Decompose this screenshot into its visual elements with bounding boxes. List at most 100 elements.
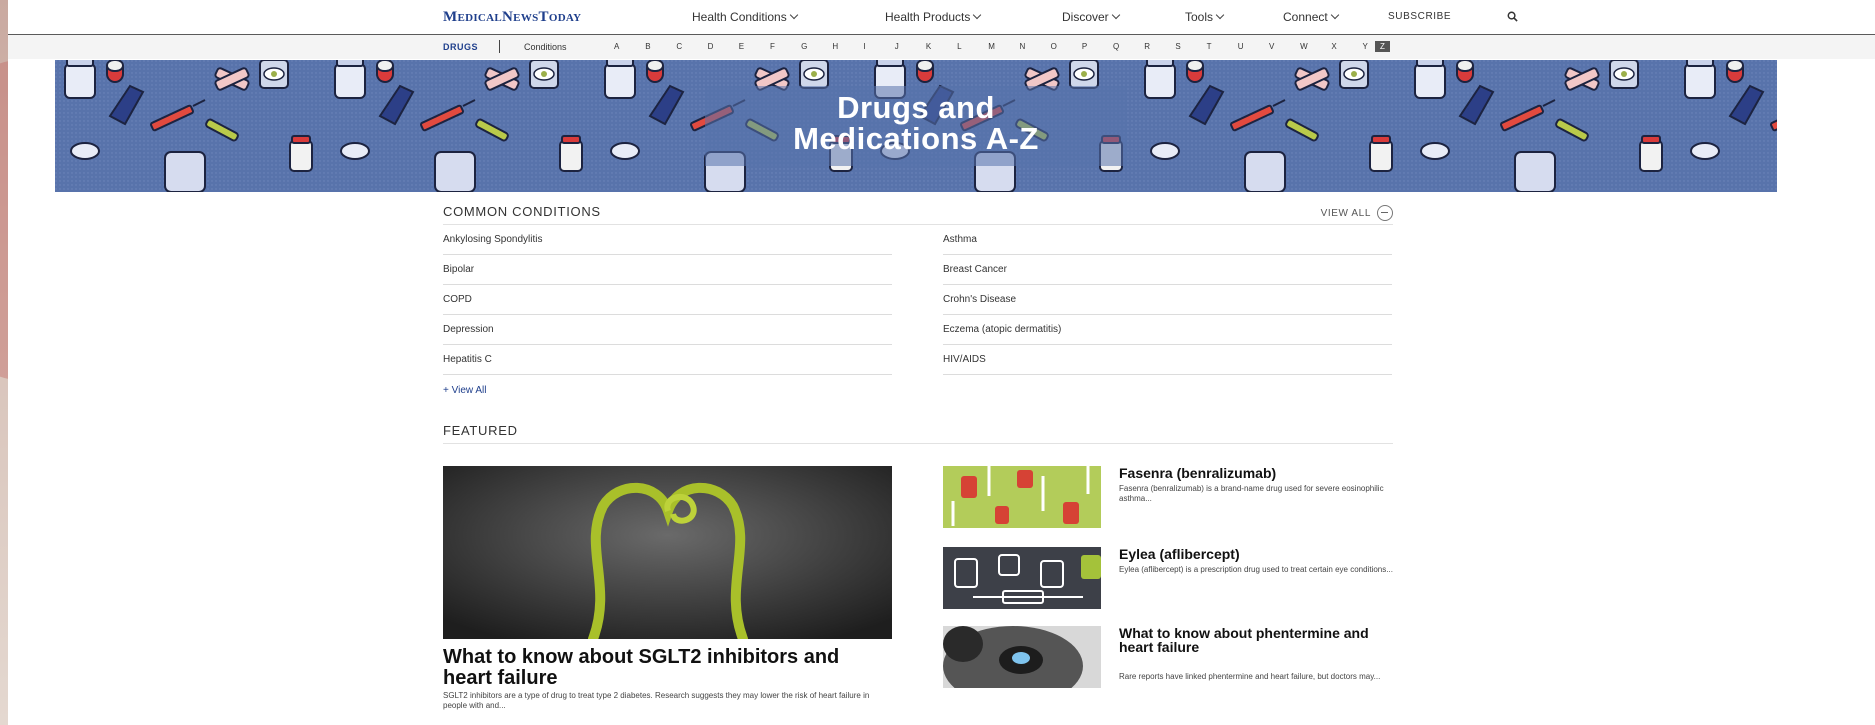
alphabet-letter-link[interactable]: M (988, 42, 1019, 51)
alphabet-letter-link[interactable]: G (801, 42, 832, 51)
hero-banner: Drugs and Medications A-Z (55, 60, 1777, 192)
alphabet-letter-link[interactable]: S (1175, 42, 1206, 51)
nav-label: Tools (1185, 10, 1214, 24)
alphabet-letter-link[interactable]: B (645, 42, 676, 51)
hero-title: Drugs and Medications A-Z (55, 92, 1777, 154)
condition-label: Crohn's Disease (943, 294, 1017, 305)
condition-label: Bipolar (443, 264, 475, 275)
featured-side-description: Rare reports have linked phentermine and… (1119, 672, 1381, 681)
featured-main-title[interactable]: What to know about SGLT2 inhibitors and … (443, 647, 892, 689)
alphabet-letter-link[interactable]: N (1019, 42, 1050, 51)
alphabet-letter-link[interactable]: Q (1113, 42, 1144, 51)
search-icon[interactable] (1507, 11, 1518, 22)
alphabet-index: ABCDEFGHIJKLMNOPQRSTUVWXY (614, 42, 1394, 51)
subscribe-link[interactable]: SUBSCRIBE (1388, 11, 1451, 22)
condition-item[interactable]: HIV/AIDS (943, 344, 1392, 375)
condition-label: COPD (443, 294, 472, 305)
alphabet-letter-link[interactable]: L (957, 42, 988, 51)
condition-label: Hepatitis C (443, 354, 492, 365)
condition-item[interactable]: Asthma (943, 224, 1392, 255)
featured-side-description: Fasenra (benralizumab) is a brand-name d… (1119, 484, 1384, 503)
featured-side-title: Fasenra (benralizumab) (1119, 465, 1277, 481)
chevron-down-icon (1330, 10, 1339, 20)
alphabet-letter-link[interactable]: J (895, 42, 926, 51)
condition-item[interactable]: Bipolar (443, 254, 892, 285)
condition-item[interactable]: Hepatitis C (443, 344, 892, 375)
alphabet-next-button[interactable]: Z (1375, 41, 1390, 52)
condition-label: HIV/AIDS (943, 354, 986, 365)
chevron-down-icon (1111, 10, 1120, 20)
featured-side-image (943, 626, 1101, 688)
featured-main-image[interactable] (443, 466, 892, 639)
subnav-divider (499, 40, 500, 53)
common-conditions-header: COMMON CONDITIONS VIEW ALL (443, 192, 1393, 225)
alphabet-letter-link[interactable]: T (1207, 42, 1238, 51)
condition-item[interactable]: Ankylosing Spondylitis (443, 224, 892, 255)
alphabet-letter-link[interactable]: D (708, 42, 739, 51)
nav-label: Health Products (885, 10, 971, 24)
featured-side-description: Eylea (aflibercept) is a prescription dr… (1119, 565, 1393, 574)
alphabet-letter-link[interactable]: W (1300, 42, 1331, 51)
condition-label: Depression (443, 324, 494, 335)
view-all-label: VIEW ALL (1320, 207, 1371, 219)
alphabet-letter-link[interactable]: U (1238, 42, 1269, 51)
condition-label: Asthma (943, 234, 977, 245)
condition-label: Eczema (atopic dermatitis) (943, 324, 1062, 335)
hero-title-line-1: Drugs and (837, 90, 995, 125)
common-conditions-title: COMMON CONDITIONS (443, 204, 601, 219)
featured-side-image (943, 547, 1101, 609)
featured-title: FEATURED (443, 423, 518, 438)
nav-tools[interactable]: Tools (1185, 10, 1225, 24)
featured-side-item[interactable]: Fasenra (benralizumab) Fasenra (benraliz… (943, 466, 1393, 529)
nav-label: Health Conditions (692, 10, 787, 24)
alphabet-letter-link[interactable]: X (1331, 42, 1362, 51)
alphabet-letter-link[interactable]: I (864, 42, 895, 51)
chevron-down-icon (789, 10, 798, 20)
nav-label: Discover (1062, 10, 1109, 24)
nav-health-conditions[interactable]: Health Conditions (692, 10, 798, 24)
syringes-vials-image (943, 466, 1101, 528)
heart-tendril-image (443, 466, 892, 639)
alphabet-letter-link[interactable]: C (676, 42, 707, 51)
alphabet-letter-link[interactable]: F (770, 42, 801, 51)
condition-label: Breast Cancer (943, 264, 1007, 275)
hero-title-line-2: Medications A-Z (793, 121, 1039, 156)
arrow-right-circle-icon (1377, 205, 1393, 221)
nav-health-products[interactable]: Health Products (885, 10, 982, 24)
alphabet-letter-link[interactable]: V (1269, 42, 1300, 51)
condition-item[interactable]: COPD (443, 284, 892, 315)
site-logo[interactable]: MedicalNewsToday (443, 9, 581, 26)
condition-item[interactable]: Crohn's Disease (943, 284, 1392, 315)
alphabet-letter-link[interactable]: E (739, 42, 770, 51)
condition-label: Ankylosing Spondylitis (443, 234, 543, 245)
nav-label: Connect (1283, 10, 1328, 24)
vials-outline-image (943, 547, 1101, 609)
alphabet-letter-link[interactable]: O (1051, 42, 1082, 51)
chevron-down-icon (973, 10, 982, 20)
condition-item[interactable]: Eczema (atopic dermatitis) (943, 314, 1392, 345)
featured-side-title: What to know about phentermine and heart… (1119, 625, 1369, 655)
subnav-drugs-tab[interactable]: DRUGS (443, 42, 478, 52)
nav-discover[interactable]: Discover (1062, 10, 1120, 24)
chevron-down-icon (1215, 10, 1225, 20)
alphabet-letter-link[interactable]: H (832, 42, 863, 51)
featured-side-item[interactable]: What to know about phentermine and heart… (943, 626, 1393, 689)
page: MedicalNewsToday Health Conditions Healt… (8, 0, 1875, 725)
featured-main-description: SGLT2 inhibitors are a type of drug to t… (443, 691, 870, 710)
alphabet-subnav: DRUGS Conditions ABCDEFGHIJKLMNOPQRSTUVW… (8, 35, 1875, 59)
view-all-button[interactable]: VIEW ALL (1321, 205, 1393, 221)
nav-connect[interactable]: Connect (1283, 10, 1339, 24)
alphabet-letter-link[interactable]: A (614, 42, 645, 51)
alphabet-letter-link[interactable]: K (926, 42, 957, 51)
featured-side-image (943, 466, 1101, 528)
alphabet-letter-link[interactable]: R (1144, 42, 1175, 51)
featured-side-item[interactable]: Eylea (aflibercept) Eylea (aflibercept) … (943, 547, 1393, 610)
subnav-conditions-tab[interactable]: Conditions (524, 42, 567, 52)
condition-item[interactable]: Depression (443, 314, 892, 345)
top-navigation: MedicalNewsToday Health Conditions Healt… (8, 0, 1875, 35)
alphabet-letter-link[interactable]: P (1082, 42, 1113, 51)
pill-on-tongue-image (943, 626, 1101, 688)
featured-side-title: Eylea (aflibercept) (1119, 546, 1240, 562)
condition-item[interactable]: Breast Cancer (943, 254, 1392, 285)
view-all-conditions-link[interactable]: + View All (443, 385, 486, 396)
